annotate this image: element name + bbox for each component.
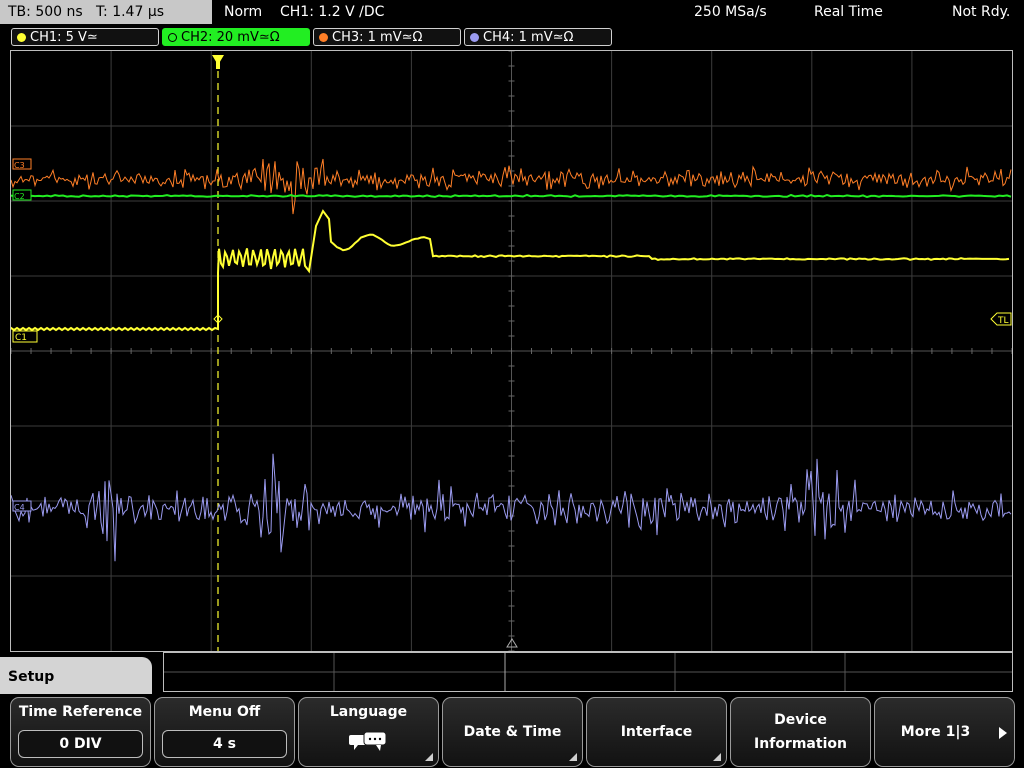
right-arrow-icon bbox=[999, 727, 1007, 739]
ch1-label: CH1: 5 V≃ bbox=[30, 30, 98, 45]
status-bar: TB: 500 ns T: 1.47 µs Norm CH1: 1.2 V ∕D… bbox=[0, 0, 1024, 26]
menu-off-softkey[interactable]: Menu Off 4 s bbox=[154, 697, 295, 767]
ch3-color-dot bbox=[319, 33, 328, 42]
trigger-level-marker[interactable]: TL bbox=[990, 312, 1012, 326]
menu-off-value: 4 s bbox=[162, 730, 287, 758]
speech-bubbles-icon bbox=[349, 731, 387, 751]
ch1-level-marker[interactable]: C1 bbox=[12, 330, 38, 343]
ch1-color-dot bbox=[17, 33, 26, 42]
submenu-indicator bbox=[569, 753, 577, 761]
time-reference-softkey[interactable]: Time Reference 0 DIV bbox=[10, 697, 151, 767]
time-reference-value: 0 DIV bbox=[18, 730, 143, 758]
more-softkey[interactable]: More 1|3 bbox=[874, 697, 1015, 767]
acquisition-status: Not Rdy. bbox=[952, 4, 1011, 20]
device-information-softkey[interactable]: Device Information bbox=[730, 697, 871, 767]
ch2-color-dot bbox=[168, 33, 177, 42]
svg-text:C3: C3 bbox=[14, 161, 25, 170]
ch2-level-marker[interactable]: C2 bbox=[12, 189, 32, 201]
date-time-label: Date & Time bbox=[463, 724, 562, 740]
svg-text:TL: TL bbox=[997, 316, 1009, 326]
channel-tab-ch1[interactable]: CH1: 5 V≃ bbox=[11, 28, 159, 46]
graticule bbox=[11, 51, 1012, 651]
language-softkey[interactable]: Language bbox=[298, 697, 439, 767]
submenu-indicator bbox=[713, 753, 721, 761]
submenu-indicator bbox=[425, 753, 433, 761]
date-time-softkey[interactable]: Date & Time bbox=[442, 697, 583, 767]
waveform-ch2 bbox=[11, 193, 1012, 199]
trigger-source[interactable]: CH1: 1.2 V ∕DC bbox=[280, 0, 384, 24]
timebase-readout[interactable]: TB: 500 ns T: 1.47 µs bbox=[0, 0, 212, 24]
channel-tab-ch2[interactable]: CH2: 20 mV≃Ω bbox=[162, 28, 310, 46]
zoom-overview bbox=[163, 652, 1013, 692]
interface-label: Interface bbox=[620, 724, 693, 740]
channel-tab-ch4[interactable]: CH4: 1 mV≃Ω bbox=[464, 28, 612, 46]
acquisition-mode: Real Time bbox=[814, 4, 883, 20]
channel-tab-ch3[interactable]: CH3: 1 mV≃Ω bbox=[313, 28, 461, 46]
ch4-level-marker[interactable]: C4 bbox=[12, 500, 32, 512]
waveform-ch1 bbox=[11, 209, 1010, 332]
ch3-label: CH3: 1 mV≃Ω bbox=[332, 30, 423, 45]
more-label: More 1|3 bbox=[900, 724, 971, 740]
svg-text:C4: C4 bbox=[14, 503, 25, 512]
menu-off-label: Menu Off bbox=[188, 704, 261, 720]
interface-softkey[interactable]: Interface bbox=[586, 697, 727, 767]
device-information-line2: Information bbox=[754, 736, 847, 752]
time-reference-label: Time Reference bbox=[18, 704, 143, 720]
trigger-marker-stem bbox=[216, 61, 220, 69]
device-information-line1: Device bbox=[774, 712, 827, 728]
device-information-label: Device Information bbox=[731, 698, 870, 766]
ch3-level-marker[interactable]: C3 bbox=[12, 158, 32, 170]
svg-text:C1: C1 bbox=[15, 333, 27, 343]
ch2-label: CH2: 20 mV≃Ω bbox=[181, 30, 280, 45]
sample-rate: 250 MSa/s bbox=[694, 4, 767, 20]
svg-text:C2: C2 bbox=[14, 192, 25, 201]
trigger-mode[interactable]: Norm bbox=[224, 0, 262, 24]
language-label: Language bbox=[329, 704, 408, 720]
menu-title: Setup bbox=[0, 657, 152, 697]
ch4-color-dot bbox=[470, 33, 479, 42]
ch4-label: CH4: 1 mV≃Ω bbox=[483, 30, 574, 45]
waveform-display[interactable]: C3 C2 C1 C4 TL bbox=[10, 50, 1013, 652]
